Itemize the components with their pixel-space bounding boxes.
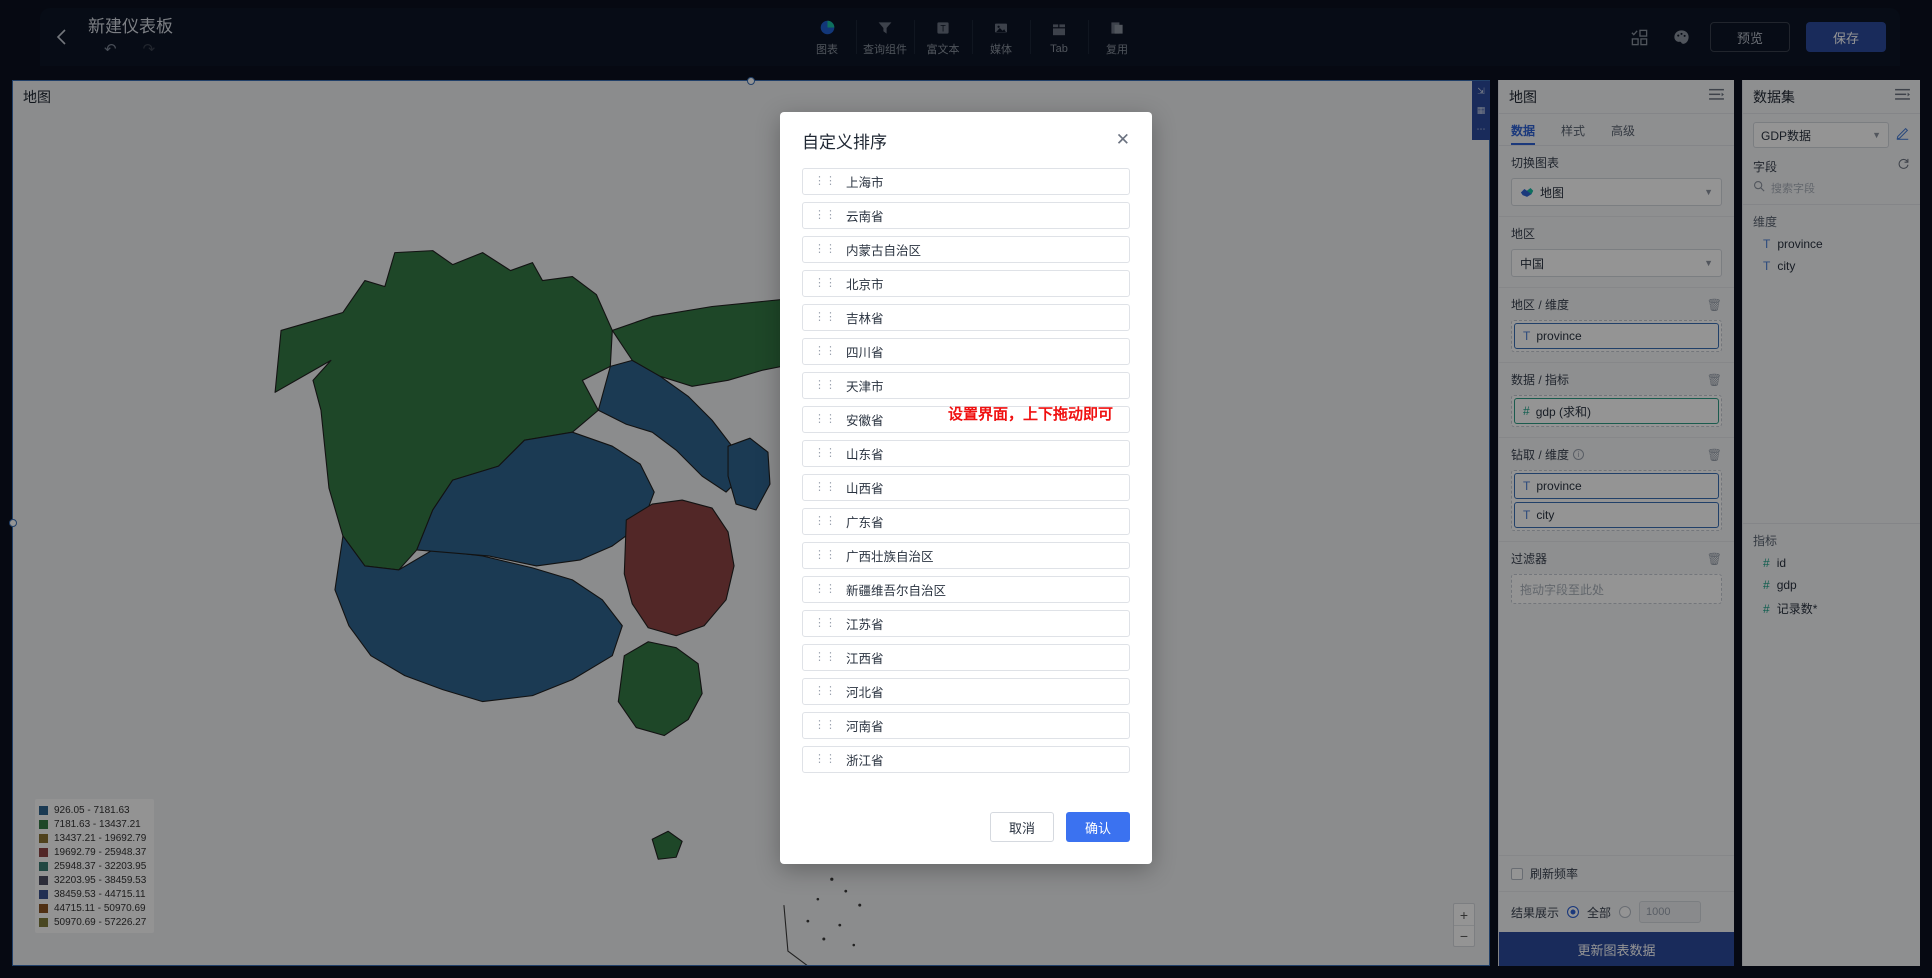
sort-list-item[interactable]: ⋮⋮ 北京市 (802, 270, 1130, 297)
drag-grip-icon[interactable]: ⋮⋮ (814, 720, 836, 731)
sort-list-item[interactable]: ⋮⋮ 山东省 (802, 440, 1130, 467)
drag-grip-icon[interactable]: ⋮⋮ (814, 482, 836, 493)
sort-item-label: 上海市 (846, 176, 884, 190)
sort-item-label: 四川省 (846, 346, 884, 360)
app-root: 新建仪表板 ↶ ↷ 图表 查询组件 T 富文本 媒体 Tab 复用 预览 保存 … (0, 0, 1932, 978)
modal-title: 自定义排序 (802, 132, 887, 152)
sort-item-label: 北京市 (846, 278, 884, 292)
sort-list[interactable]: ⋮⋮ 上海市 ⋮⋮ 云南省 ⋮⋮ 内蒙古自治区 ⋮⋮ 北京市 ⋮⋮ 吉林省 ⋮⋮… (780, 168, 1152, 790)
sort-item-label: 江苏省 (846, 618, 884, 632)
drag-grip-icon[interactable]: ⋮⋮ (814, 244, 836, 255)
sort-list-item[interactable]: ⋮⋮ 广西壮族自治区 (802, 542, 1130, 569)
cancel-button[interactable]: 取消 (990, 812, 1054, 842)
drag-grip-icon[interactable]: ⋮⋮ (814, 652, 836, 663)
sort-item-label: 江西省 (846, 652, 884, 666)
drag-grip-icon[interactable]: ⋮⋮ (814, 686, 836, 697)
custom-sort-modal: 自定义排序 ✕ ⋮⋮ 上海市 ⋮⋮ 云南省 ⋮⋮ 内蒙古自治区 ⋮⋮ 北京市 ⋮… (780, 112, 1152, 864)
drag-grip-icon[interactable]: ⋮⋮ (814, 550, 836, 561)
sort-item-label: 山东省 (846, 448, 884, 462)
sort-list-item[interactable]: ⋮⋮ 浙江省 (802, 746, 1130, 773)
drag-grip-icon[interactable]: ⋮⋮ (814, 414, 836, 425)
drag-grip-icon[interactable]: ⋮⋮ (814, 176, 836, 187)
sort-item-label: 吉林省 (846, 312, 884, 326)
sort-item-label: 安徽省 (846, 414, 884, 428)
sort-list-item[interactable]: ⋮⋮ 上海市 (802, 168, 1130, 195)
modal-header: 自定义排序 ✕ (780, 112, 1152, 168)
sort-item-label: 浙江省 (846, 754, 884, 768)
drag-grip-icon[interactable]: ⋮⋮ (814, 346, 836, 357)
sort-list-item[interactable]: ⋮⋮ 内蒙古自治区 (802, 236, 1130, 263)
sort-list-item[interactable]: ⋮⋮ 吉林省 (802, 304, 1130, 331)
sort-item-label: 广东省 (846, 516, 884, 530)
sort-list-item[interactable]: ⋮⋮ 广东省 (802, 508, 1130, 535)
drag-grip-icon[interactable]: ⋮⋮ (814, 584, 836, 595)
sort-item-label: 天津市 (846, 380, 884, 394)
sort-item-label: 内蒙古自治区 (846, 244, 922, 258)
sort-item-label: 河南省 (846, 720, 884, 734)
sort-item-label: 广西壮族自治区 (846, 550, 934, 564)
sort-list-item[interactable]: ⋮⋮ 江西省 (802, 644, 1130, 671)
drag-grip-icon[interactable]: ⋮⋮ (814, 448, 836, 459)
drag-grip-icon[interactable]: ⋮⋮ (814, 516, 836, 527)
close-icon[interactable]: ✕ (1116, 130, 1130, 150)
drag-grip-icon[interactable]: ⋮⋮ (814, 210, 836, 221)
drag-grip-icon[interactable]: ⋮⋮ (814, 278, 836, 289)
sort-list-item[interactable]: ⋮⋮ 云南省 (802, 202, 1130, 229)
sort-item-label: 山西省 (846, 482, 884, 496)
sort-item-label: 云南省 (846, 210, 884, 224)
sort-item-label: 新疆维吾尔自治区 (846, 584, 947, 598)
drag-grip-icon[interactable]: ⋮⋮ (814, 754, 836, 765)
modal-footer: 取消 确认 (780, 790, 1152, 864)
confirm-button[interactable]: 确认 (1066, 812, 1130, 842)
drag-grip-icon[interactable]: ⋮⋮ (814, 380, 836, 391)
sort-list-item[interactable]: ⋮⋮ 江苏省 (802, 610, 1130, 637)
sort-list-item[interactable]: ⋮⋮ 天津市 (802, 372, 1130, 399)
sort-item-label: 河北省 (846, 686, 884, 700)
sort-list-item[interactable]: ⋮⋮ 山西省 (802, 474, 1130, 501)
sort-list-item[interactable]: ⋮⋮ 四川省 (802, 338, 1130, 365)
drag-grip-icon[interactable]: ⋮⋮ (814, 618, 836, 629)
drag-grip-icon[interactable]: ⋮⋮ (814, 312, 836, 323)
sort-list-item[interactable]: ⋮⋮ 新疆维吾尔自治区 (802, 576, 1130, 603)
sort-list-item[interactable]: ⋮⋮ 河南省 (802, 712, 1130, 739)
sort-list-item[interactable]: ⋮⋮ 河北省 (802, 678, 1130, 705)
annotation-text: 设置界面，上下拖动即可 (948, 407, 1114, 423)
